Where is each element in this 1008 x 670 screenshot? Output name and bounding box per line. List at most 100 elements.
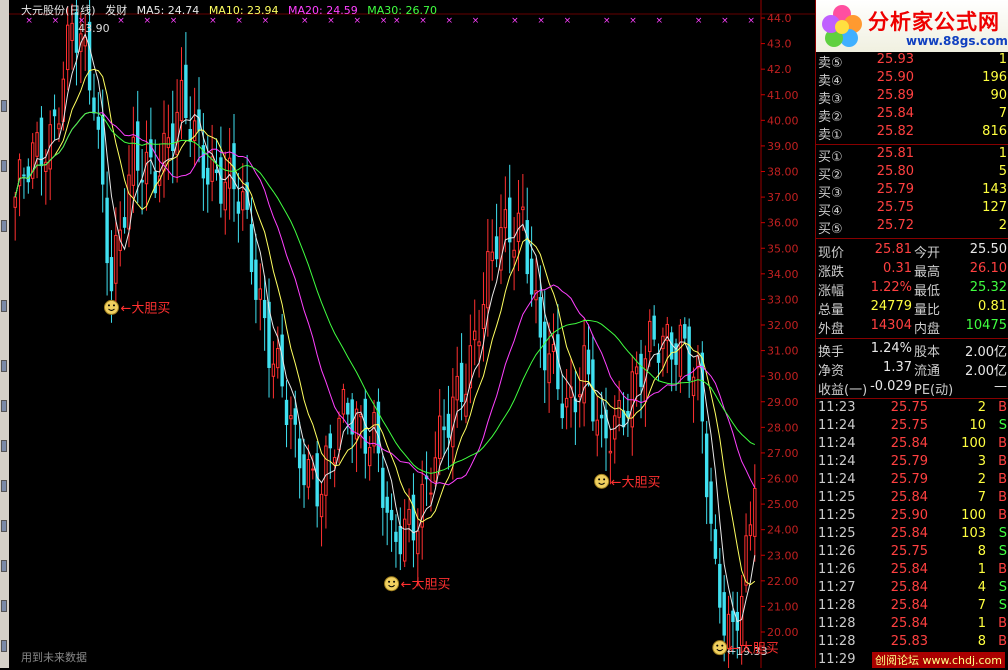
level-volume: 2 — [998, 218, 1007, 233]
candle-body — [543, 321, 547, 371]
candlestick-chart-svg[interactable]: 44.0 43.0 42.0 41.00 40.00 39.00 38.00 37.00 36.… — [9, 0, 815, 668]
signal-marker: × — [747, 16, 755, 26]
signal-marker: × — [511, 16, 519, 26]
candle-body — [153, 171, 157, 194]
candle-body — [503, 209, 508, 229]
kline-chart[interactable]: 44.0 43.0 42.0 41.00 40.00 39.00 38.00 37.00 36.… — [9, 0, 815, 668]
tick-time: 11:28 — [818, 634, 856, 649]
candle-body — [311, 468, 315, 471]
left-toolbar-strip[interactable] — [0, 0, 9, 668]
order-book-row: 买⑤ 25.72 2 — [818, 218, 1007, 237]
price-axis-label: 26.00 — [767, 473, 799, 486]
future-data-note: 用到未来数据 — [21, 651, 87, 664]
stat-value: 0.81 — [978, 299, 1007, 314]
toolbar-tick[interactable] — [1, 100, 7, 112]
tick-time: 11:23 — [818, 400, 856, 415]
tick-qty: 1 — [977, 562, 986, 577]
candle-body — [722, 592, 726, 636]
candle-body — [451, 396, 455, 448]
tick-time: 11:24 — [818, 436, 856, 451]
order-book-row: 卖③ 25.89 90 — [818, 88, 1007, 107]
tick-side: S — [998, 418, 1007, 433]
tick-price: 25.84 — [890, 580, 928, 595]
level-price: 25.75 — [876, 200, 914, 215]
level-label: 买③ — [818, 186, 843, 201]
toolbar-tick[interactable] — [1, 300, 7, 312]
candle-body — [639, 353, 643, 387]
toolbar-tick[interactable] — [1, 160, 7, 172]
signal-marker: × — [564, 16, 572, 26]
high-price-label: 43.90 — [78, 22, 110, 35]
tick-time: 11:28 — [818, 616, 856, 631]
candle-body — [477, 341, 481, 347]
price-axis-label: 39.00 — [767, 140, 799, 153]
candle-body — [26, 166, 31, 183]
smiley-icon — [594, 473, 610, 489]
toolbar-tick[interactable] — [1, 400, 7, 412]
candle-body — [367, 447, 372, 467]
candle-body — [315, 453, 319, 507]
level-label: 买① — [818, 150, 843, 165]
price-axis-label: 20.00 — [767, 626, 799, 639]
stat-value: — — [994, 379, 1007, 394]
signal-marker: × — [695, 16, 703, 26]
candle-body — [739, 595, 744, 646]
stat-value: -0.029 — [870, 379, 912, 394]
candle-body — [551, 343, 556, 353]
candle-body — [608, 450, 613, 454]
candle-body — [276, 348, 280, 369]
tick-row: 11:25 25.84 7 B — [818, 490, 1007, 508]
tick-qty: 7 — [977, 598, 986, 613]
candle-body — [13, 196, 17, 208]
candle-body — [346, 402, 350, 415]
toolbar-tick[interactable] — [1, 480, 7, 492]
tick-side: B — [998, 472, 1007, 487]
tick-qty: 8 — [977, 634, 986, 649]
price-axis-label: 32.00 — [767, 319, 799, 332]
candle-body — [718, 563, 722, 608]
toolbar-tick[interactable] — [1, 560, 7, 572]
stat-value: 1.22% — [870, 280, 912, 295]
candle-body — [328, 433, 332, 449]
tick-row: 11:23 25.75 2 B — [818, 400, 1007, 418]
site-logo[interactable]: 分析家公式网 www.88gs.com — [816, 0, 1008, 52]
toolbar-tick[interactable] — [1, 520, 7, 532]
level-price: 25.93 — [876, 52, 914, 67]
candle-body — [634, 366, 639, 375]
candle-body — [429, 492, 433, 495]
candle-body — [92, 97, 96, 114]
candle-body — [206, 167, 210, 185]
toolbar-tick[interactable] — [1, 220, 7, 232]
candles — [13, 0, 757, 668]
price-axis-label: 23.00 — [767, 549, 799, 562]
level-price: 25.90 — [876, 70, 914, 85]
buy-signal: ←大胆买 — [384, 576, 450, 593]
candle-body — [564, 397, 569, 408]
candle-body — [179, 79, 184, 122]
candle-body — [753, 487, 757, 537]
ma5-line — [14, 33, 756, 623]
candle-body — [578, 394, 582, 398]
signal-label: ←大胆买 — [120, 301, 170, 316]
forum-watermark: 创阅论坛 www.chdj.com — [871, 652, 1005, 668]
tick-row: 11:24 25.75 10 S — [818, 418, 1007, 436]
price-axis-label: 36.00 — [767, 217, 799, 230]
candle-body — [171, 123, 175, 152]
level-volume: 5 — [998, 164, 1007, 179]
candle-body — [473, 330, 477, 341]
level-volume: 1 — [998, 146, 1007, 161]
price-axis-label: 29.00 — [767, 396, 799, 409]
candle-body — [481, 304, 486, 330]
candle-body — [731, 610, 735, 623]
tick-qty: 3 — [977, 454, 986, 469]
toolbar-tick[interactable] — [1, 640, 7, 652]
formula-name: 发财 — [105, 4, 128, 17]
toolbar-tick[interactable] — [1, 440, 7, 452]
candle-body — [748, 524, 753, 537]
toolbar-tick[interactable] — [1, 360, 7, 372]
smiley-icon — [103, 299, 119, 315]
candle-body — [442, 426, 446, 431]
toolbar-tick[interactable] — [1, 600, 7, 612]
smiley-icon — [384, 576, 400, 592]
stat-label: 外盘 — [818, 322, 845, 337]
